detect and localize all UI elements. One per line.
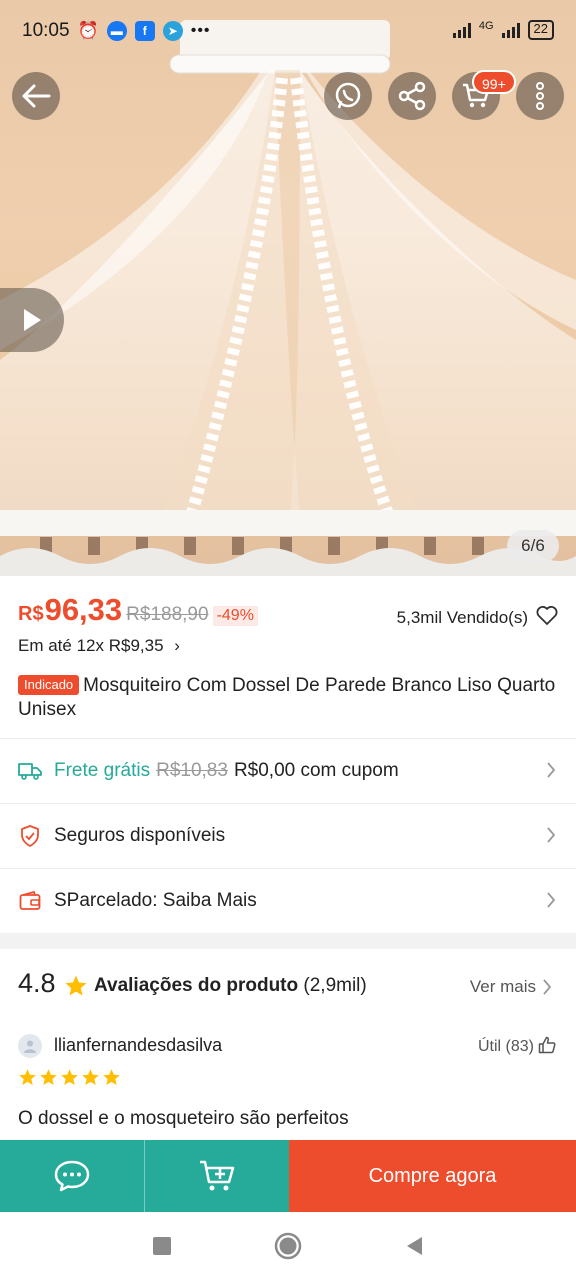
thumbs-up-icon[interactable]	[538, 1036, 556, 1054]
shipping-new-price: R$0,00 com cupom	[233, 760, 399, 781]
more-vertical-icon	[536, 82, 544, 110]
status-time: 10:05	[22, 20, 70, 41]
buy-now-button[interactable]: Compre agora	[289, 1140, 576, 1212]
whatsapp-icon	[335, 82, 361, 109]
facebook-icon: f	[134, 21, 155, 41]
product-title-text: Mosquiteiro Com Dossel De Parede Branco …	[18, 675, 556, 720]
discount-badge: -49%	[212, 606, 258, 626]
signal-icon-2	[501, 22, 520, 38]
favorite-button[interactable]	[536, 606, 558, 631]
star-icon	[19, 1069, 36, 1086]
useful-count[interactable]: Útil (83)	[478, 1038, 534, 1056]
chevron-right-icon	[547, 892, 556, 908]
sparcelado-label: SParcelado: Saiba Mais	[54, 890, 257, 911]
star-icon	[61, 1069, 78, 1086]
reviews-heading: Avaliações do produto (2,9mil)	[94, 975, 367, 997]
sparcelado-row[interactable]: SParcelado: Saiba Mais	[0, 869, 576, 933]
reviews-title: Avaliações do produto	[94, 975, 299, 996]
back-button[interactable]	[12, 72, 60, 120]
shipping-old-price: R$10,83	[156, 760, 228, 781]
currency-symbol: R$	[18, 603, 44, 625]
play-video-button[interactable]	[0, 288, 64, 352]
telegram-icon: ➤	[162, 21, 183, 41]
bottom-action-bar: Compre agora	[0, 1140, 576, 1212]
chevron-right-icon	[547, 762, 556, 778]
share-icon	[398, 81, 426, 111]
star-icon	[40, 1069, 57, 1086]
more-notifications-icon: •••	[190, 22, 211, 39]
system-nav-bar	[0, 1212, 576, 1280]
star-icon	[103, 1069, 120, 1086]
current-price: 96,33	[44, 592, 123, 627]
see-more-reviews-link[interactable]: Ver mais	[470, 977, 536, 997]
signal-icon	[452, 22, 471, 38]
image-counter: 6/6	[507, 530, 559, 562]
shield-icon	[18, 824, 42, 848]
review-text: O dossel e o mosqueteiro são perfeitos	[18, 1108, 349, 1129]
insurance-row[interactable]: Seguros disponíveis	[0, 804, 576, 868]
battery-level: 22	[533, 21, 548, 36]
wallet-icon	[18, 889, 42, 913]
messages-icon: ▬	[106, 21, 127, 41]
arrow-left-icon	[22, 84, 51, 108]
installment-info[interactable]: Em até 12x R$9,35 ›	[18, 636, 180, 656]
share-button[interactable]	[388, 72, 436, 120]
whatsapp-share-button[interactable]	[324, 72, 372, 120]
chat-icon	[54, 1160, 90, 1192]
cart-count-badge: 99+	[472, 70, 516, 94]
back-triangle-icon[interactable]	[404, 1235, 424, 1257]
network-type: 4G	[478, 20, 494, 32]
user-icon	[24, 1040, 36, 1053]
original-price: R$188,90	[126, 604, 209, 625]
recents-square-icon[interactable]	[152, 1236, 172, 1256]
sold-count: 5,3mil Vendido(s)	[396, 608, 528, 627]
rating-score: 4.8	[18, 968, 56, 998]
status-bar: 10:05 ⏰ ▬ f ➤ ••• 4G 22	[0, 0, 576, 70]
product-image[interactable]: 10:05 ⏰ ▬ f ➤ ••• 4G 22 99+ 6/6	[0, 0, 576, 576]
free-shipping-label: Frete grátis	[54, 760, 151, 781]
home-circle-icon[interactable]	[274, 1232, 302, 1260]
insurance-label: Seguros disponíveis	[54, 825, 226, 846]
more-options-button[interactable]	[516, 72, 564, 120]
star-icon	[65, 975, 87, 996]
reviewer-name: llianfernandesdasilva	[54, 1035, 223, 1055]
alarm-icon: ⏰	[77, 21, 99, 40]
avatar	[18, 1034, 42, 1058]
add-to-cart-button[interactable]	[144, 1140, 289, 1212]
chevron-right-icon[interactable]	[542, 978, 552, 996]
installment-value: 12x R$9,35	[76, 636, 164, 655]
reviews-count: (2,9mil)	[303, 975, 367, 996]
product-title: Indicado Mosquiteiro Com Dossel De Parede…	[18, 674, 558, 722]
add-to-cart-icon	[200, 1160, 235, 1191]
review-stars	[18, 1068, 121, 1087]
chevron-right-icon	[547, 827, 556, 843]
truck-icon	[18, 759, 42, 783]
chevron-right-icon: ›	[174, 636, 180, 655]
shipping-row[interactable]: Frete grátis R$10,83 R$0,00 com cupom	[0, 739, 576, 803]
chat-button[interactable]	[0, 1140, 144, 1212]
battery-icon: 22	[527, 20, 554, 40]
star-icon	[82, 1069, 99, 1086]
recommended-badge: Indicado	[18, 675, 80, 695]
installment-prefix: Em até	[18, 636, 72, 655]
section-separator	[0, 933, 576, 949]
heart-icon	[536, 606, 558, 625]
play-icon	[24, 309, 41, 331]
